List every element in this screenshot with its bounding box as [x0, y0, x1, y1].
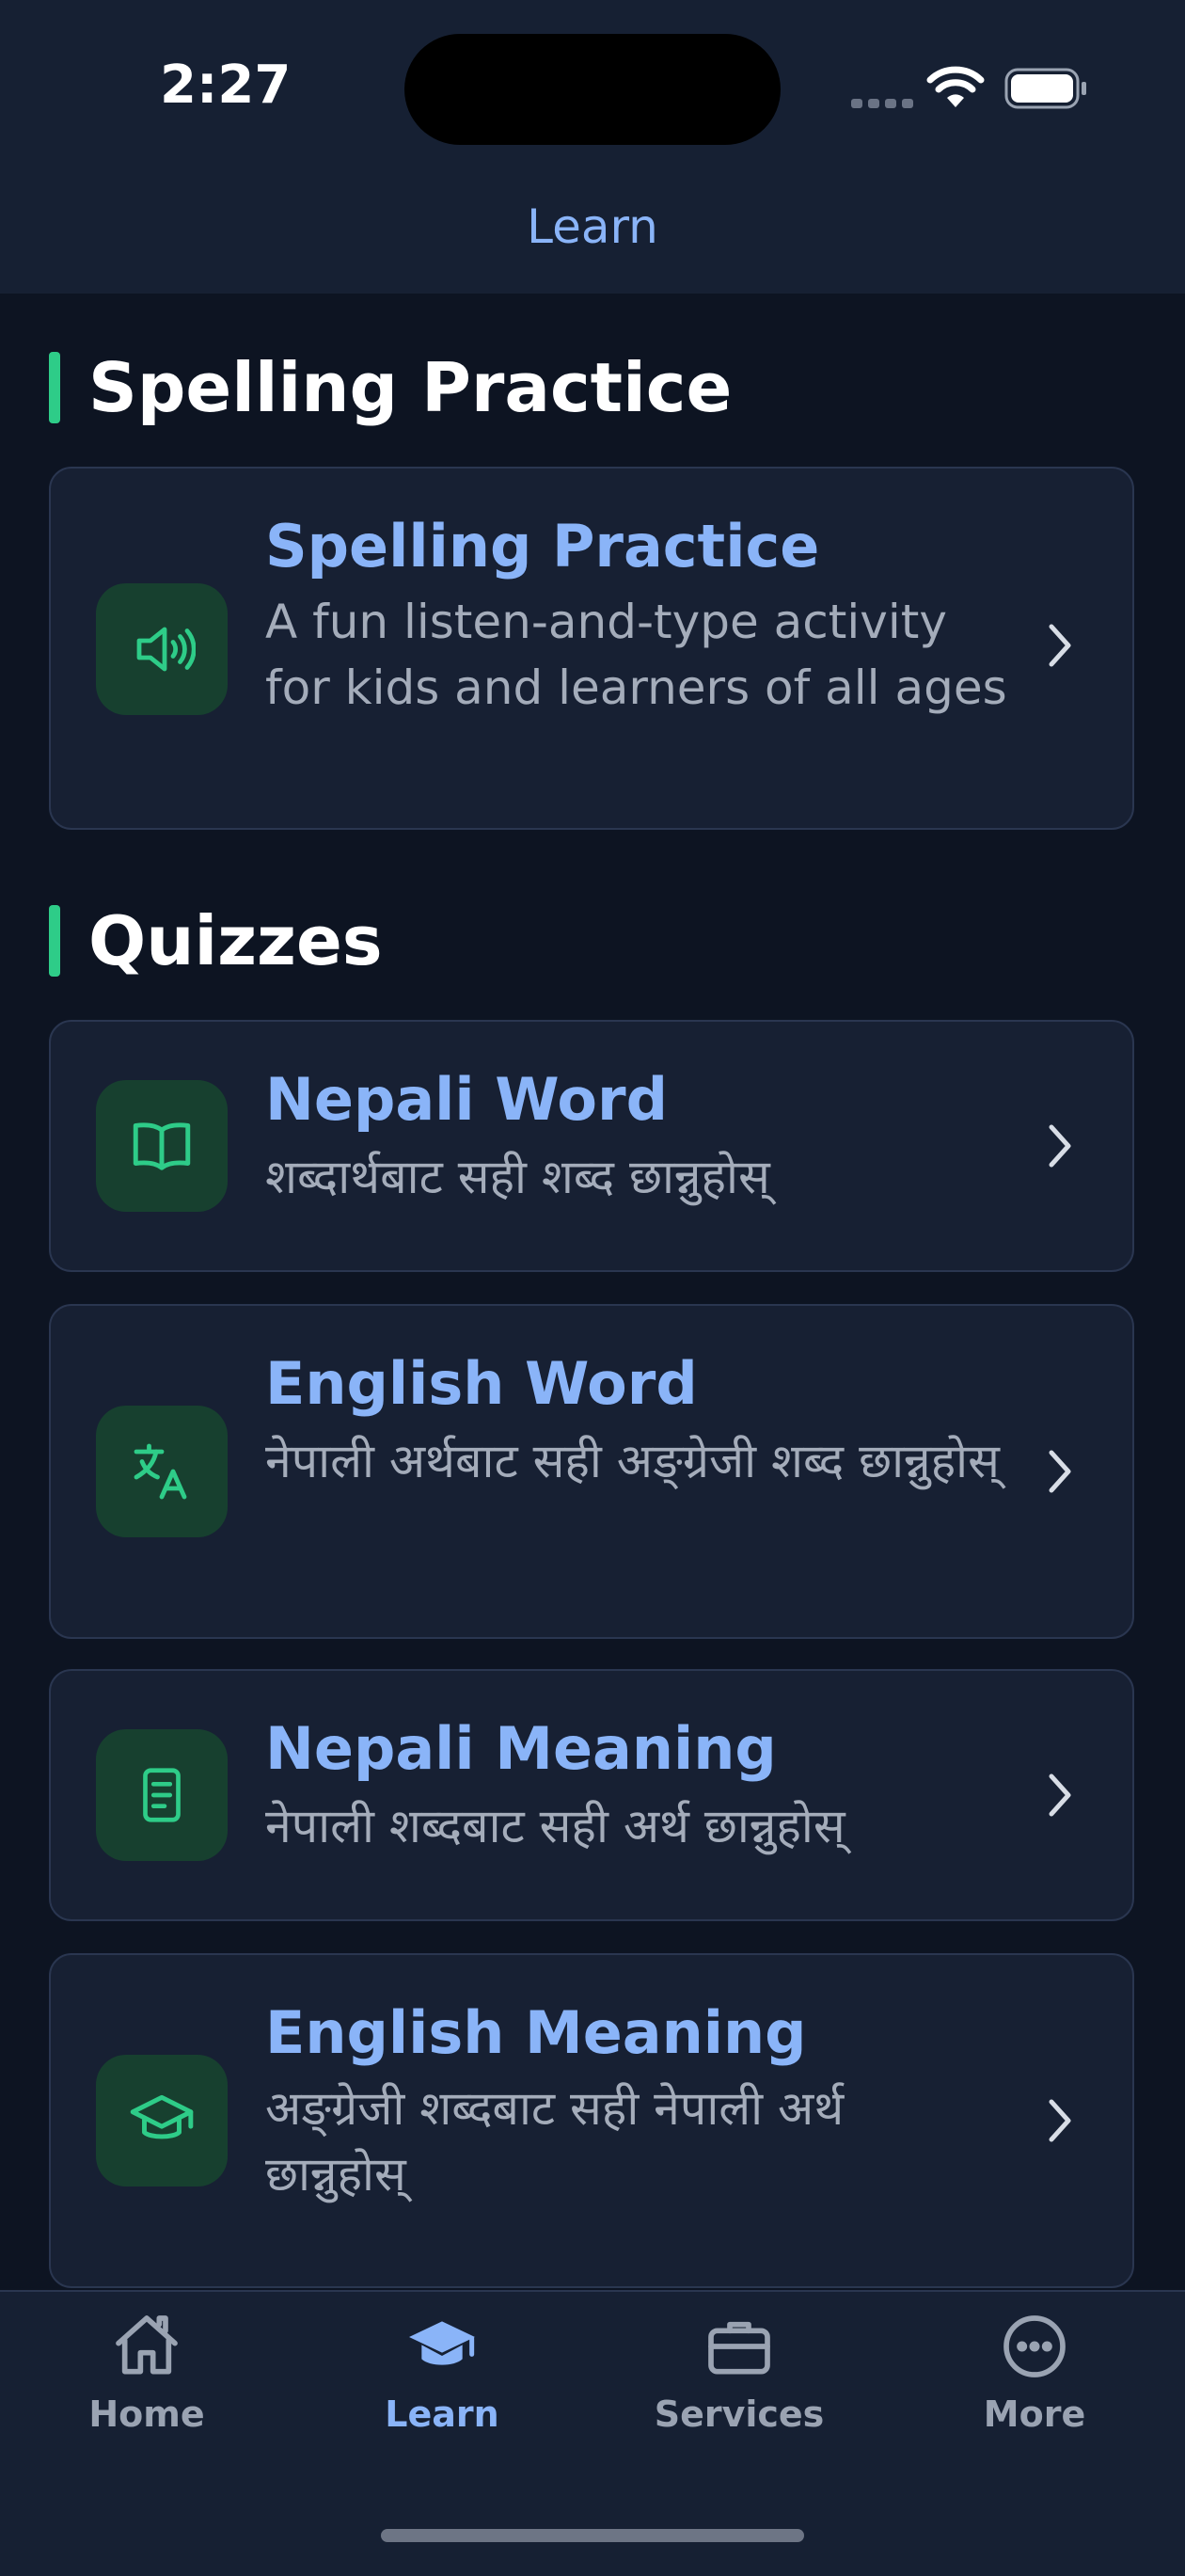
battery-icon — [1004, 68, 1086, 109]
card-title: English Meaning — [265, 1998, 807, 2067]
card-subtitle: अङ्ग्रेजी शब्दबाट सही नेपाली अर्थ छान्नु… — [265, 2081, 845, 2202]
cellular-signal-icon — [851, 94, 919, 112]
ellipsis-circle-icon — [1003, 2315, 1066, 2377]
chevron-right-icon — [1049, 1450, 1071, 1493]
tab-label: Home — [88, 2393, 205, 2435]
chevron-right-icon — [1049, 1124, 1071, 1168]
graduation-cap-icon — [96, 2055, 228, 2186]
briefcase-icon — [708, 2321, 770, 2375]
card-subtitle: नेपाली शब्दबाट सही अर्थ छान्नुहोस् — [265, 1799, 845, 1853]
wifi-icon — [926, 66, 985, 107]
graduation-cap-icon — [409, 2321, 475, 2365]
tab-services[interactable]: Services — [626, 2309, 852, 2435]
chevron-right-icon — [1049, 2099, 1071, 2142]
book-icon — [96, 1080, 228, 1212]
page-title: Learn — [527, 199, 658, 254]
document-icon — [96, 1729, 228, 1861]
tab-more[interactable]: More — [922, 2309, 1147, 2435]
card-title: Nepali Meaning — [265, 1714, 777, 1783]
chevron-right-icon — [1049, 624, 1071, 667]
chevron-right-icon — [1049, 1773, 1071, 1817]
section-header-quizzes: Quizzes — [49, 901, 383, 980]
section-accent-bar — [49, 352, 60, 423]
card-title: English Word — [265, 1349, 698, 1418]
card-title: Nepali Word — [265, 1065, 668, 1134]
card-english-meaning[interactable]: English Meaning अङ्ग्रेजी शब्दबाट सही ने… — [49, 1953, 1134, 2288]
section-title: Spelling Practice — [88, 348, 733, 427]
section-accent-bar — [49, 905, 60, 977]
tab-home[interactable]: Home — [34, 2309, 260, 2435]
tab-label: More — [983, 2393, 1086, 2435]
home-icon — [116, 2315, 178, 2375]
card-subtitle: नेपाली अर्थबाट सही अङ्ग्रेजी शब्द छान्नु… — [265, 1434, 1000, 1488]
home-indicator[interactable] — [381, 2529, 804, 2542]
card-nepali-word[interactable]: Nepali Word शब्दार्थबाट सही शब्द छान्नुह… — [49, 1020, 1134, 1272]
card-nepali-meaning[interactable]: Nepali Meaning नेपाली शब्दबाट सही अर्थ छ… — [49, 1669, 1134, 1921]
status-time: 2:27 — [160, 55, 292, 116]
tab-learn[interactable]: Learn — [329, 2309, 555, 2435]
translate-icon — [96, 1406, 228, 1537]
tab-label: Learn — [385, 2393, 499, 2435]
card-english-word[interactable]: English Word नेपाली अर्थबाट सही अङ्ग्रेज… — [49, 1304, 1134, 1639]
section-title: Quizzes — [88, 901, 383, 980]
dynamic-island — [404, 34, 781, 145]
card-subtitle: A fun listen-and-type activity for kids … — [265, 595, 1007, 715]
card-subtitle: शब्दार्थबाट सही शब्द छान्नुहोस् — [265, 1150, 770, 1204]
status-bar: 2:27 — [0, 0, 1185, 188]
speaker-icon — [96, 583, 228, 715]
tab-label: Services — [654, 2393, 825, 2435]
section-header-spelling: Spelling Practice — [49, 348, 732, 427]
card-title: Spelling Practice — [265, 512, 820, 580]
card-spelling-practice[interactable]: Spelling Practice A fun listen-and-type … — [49, 467, 1134, 830]
